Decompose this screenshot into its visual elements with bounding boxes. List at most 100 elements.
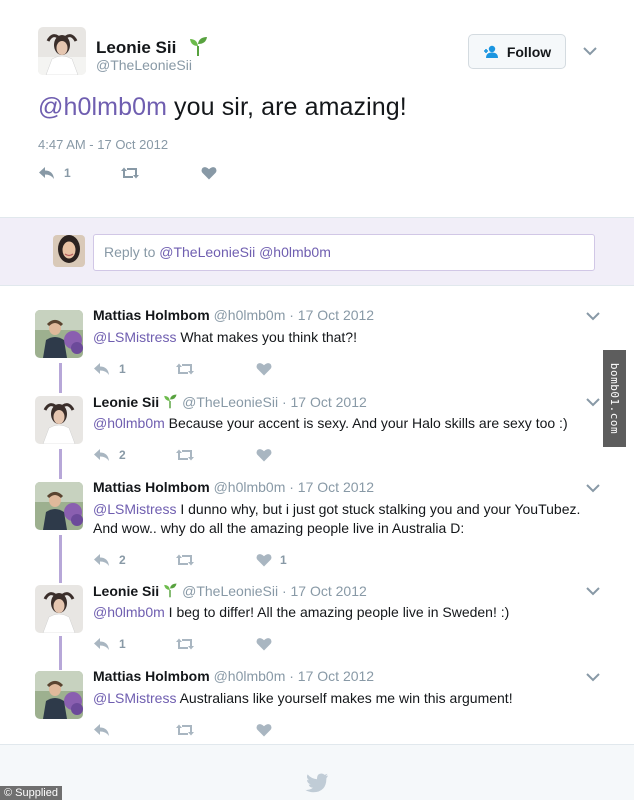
retweet-action[interactable]	[120, 166, 140, 180]
reply-meta[interactable]: @TheLeonieSii · 17 Oct 2012	[182, 394, 367, 410]
chevron-down-icon[interactable]	[585, 309, 601, 327]
like-action[interactable]	[256, 362, 280, 376]
reply-mention-1: @TheLeonieSii	[159, 244, 256, 260]
avatar-mattias[interactable]	[35, 671, 83, 719]
reply-text: @LSMistress Australians like yourself ma…	[93, 689, 593, 708]
reply-actions: 1	[93, 362, 393, 382]
photo-credit: © Supplied	[0, 786, 62, 800]
chevron-down-icon[interactable]	[585, 584, 601, 602]
avatar-mattias[interactable]	[35, 310, 83, 358]
reply-meta[interactable]: @TheLeonieSii · 17 Oct 2012	[182, 583, 367, 599]
retweet-icon	[175, 723, 195, 737]
reply-action[interactable]	[93, 723, 119, 737]
reply-author-name[interactable]: Mattias Holmbom	[93, 479, 210, 495]
main-tweet: Leonie Sii @TheLeonieSii Follow @h0lmb0m…	[0, 0, 634, 217]
author-name-text[interactable]: Leonie Sii	[96, 38, 176, 57]
reply-input[interactable]: Reply to @TheLeonieSii @h0lmb0m	[93, 234, 595, 271]
mention-link[interactable]: @h0lmb0m	[93, 415, 165, 431]
reply-action[interactable]: 1	[38, 166, 71, 180]
reply-text: @LSMistress What makes you think that?!	[93, 328, 593, 347]
reply-author-name[interactable]: Leonie Sii	[93, 583, 159, 599]
retweet-action[interactable]	[175, 362, 195, 376]
retweet-icon	[120, 166, 140, 180]
reply-icon	[93, 362, 111, 376]
reply-action[interactable]: 2	[93, 553, 126, 567]
heart-icon	[256, 637, 272, 651]
tweet-text: @h0lmb0m you sir, are amazing!	[38, 93, 407, 122]
heart-icon	[256, 723, 272, 737]
reply-header: Mattias Holmbom @h0lmb0m · 17 Oct 2012	[93, 668, 374, 684]
avatar-mattias[interactable]	[35, 482, 83, 530]
reply-action[interactable]: 1	[93, 362, 126, 376]
like-action[interactable]	[201, 166, 225, 180]
like-action[interactable]	[256, 723, 280, 737]
reply-action[interactable]: 1	[93, 637, 126, 651]
reply-meta[interactable]: @h0lmb0m · 17 Oct 2012	[214, 479, 375, 495]
reply-text: @LSMistress I dunno why, but i just got …	[93, 500, 593, 538]
reply-actions: 2	[93, 448, 393, 468]
retweet-action[interactable]	[175, 637, 195, 651]
retweet-action[interactable]	[175, 448, 195, 462]
retweet-icon	[175, 362, 195, 376]
retweet-icon	[175, 553, 195, 567]
reply-actions: 1	[93, 637, 393, 657]
thread-line	[59, 636, 62, 670]
avatar-leonie[interactable]	[35, 396, 83, 444]
reply-count: 1	[119, 637, 126, 651]
heart-icon	[256, 553, 272, 567]
twitter-bird-icon[interactable]	[305, 773, 329, 798]
heart-icon	[256, 362, 272, 376]
reply-body: I beg to differ! All the amazing people …	[164, 604, 510, 620]
reply-action[interactable]: 2	[93, 448, 126, 462]
heart-icon	[256, 448, 272, 462]
like-action[interactable]	[256, 448, 280, 462]
heart-icon	[201, 166, 217, 180]
reply-author-name[interactable]: Leonie Sii	[93, 394, 159, 410]
follow-button[interactable]: Follow	[468, 34, 566, 69]
reply-body: What makes you think that?!	[176, 329, 357, 345]
reply-meta[interactable]: @h0lmb0m · 17 Oct 2012	[214, 668, 375, 684]
like-action[interactable]	[256, 637, 280, 651]
author-handle[interactable]: @TheLeonieSii	[96, 57, 192, 73]
retweet-action[interactable]	[175, 553, 195, 567]
avatar-leonie[interactable]	[38, 27, 86, 75]
add-user-icon	[483, 45, 501, 59]
thread-line	[59, 363, 62, 393]
mention-link[interactable]: @h0lmb0m	[93, 604, 165, 620]
tweet-timestamp[interactable]: 4:47 AM - 17 Oct 2012	[38, 137, 168, 152]
watermark-text: bomb01.com	[608, 362, 622, 435]
mention-link[interactable]: @LSMistress	[93, 690, 176, 706]
reply-header: Leonie Sii @TheLeonieSii · 17 Oct 2012	[93, 582, 367, 601]
reply-body: Because your accent is sexy. And your Ha…	[164, 415, 568, 431]
reply-icon	[93, 448, 111, 462]
reply-header: Leonie Sii @TheLeonieSii · 17 Oct 2012	[93, 393, 367, 412]
retweet-icon	[175, 637, 195, 651]
chevron-down-icon[interactable]	[585, 670, 601, 688]
mention-link[interactable]: @LSMistress	[93, 329, 176, 345]
thread-line	[59, 449, 62, 479]
reply-actions: 21	[93, 553, 393, 573]
mention-link[interactable]: @h0lmb0m	[38, 93, 167, 121]
watermark-tab: bomb01.com	[603, 350, 626, 447]
reply-actions	[93, 723, 393, 743]
reply-placeholder-prefix: Reply to	[104, 244, 160, 260]
chevron-down-icon[interactable]	[582, 44, 598, 62]
reply-icon	[93, 723, 111, 737]
reply-text: @h0lmb0m I beg to differ! All the amazin…	[93, 603, 593, 622]
reply-meta[interactable]: @h0lmb0m · 17 Oct 2012	[214, 307, 375, 323]
mention-link[interactable]: @LSMistress	[93, 501, 176, 517]
thread-line	[59, 535, 62, 583]
reply-text: @h0lmb0m Because your accent is sexy. An…	[93, 414, 593, 433]
follow-label: Follow	[506, 43, 552, 60]
like-action[interactable]: 1	[256, 553, 287, 567]
reply-author-name[interactable]: Mattias Holmbom	[93, 307, 210, 323]
reply-body: Australians like yourself makes me win t…	[176, 690, 513, 706]
reply-count: 2	[119, 553, 126, 567]
retweet-action[interactable]	[175, 723, 195, 737]
reply-count: 1	[119, 362, 126, 376]
reply-icon	[38, 166, 56, 180]
reply-author-name[interactable]: Mattias Holmbom	[93, 668, 210, 684]
chevron-down-icon[interactable]	[585, 395, 601, 413]
chevron-down-icon[interactable]	[585, 481, 601, 499]
avatar-leonie[interactable]	[35, 585, 83, 633]
